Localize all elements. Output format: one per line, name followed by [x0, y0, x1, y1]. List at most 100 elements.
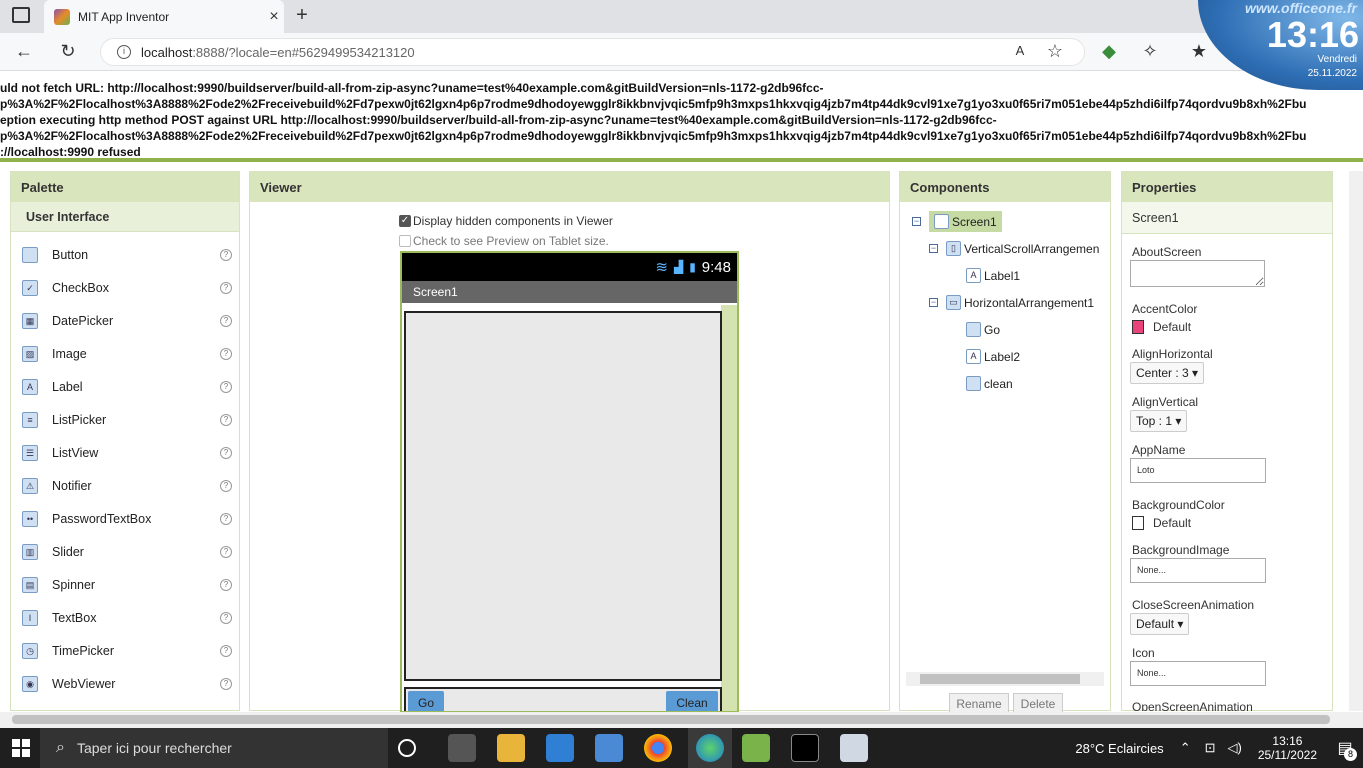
- new-tab-icon[interactable]: +: [290, 4, 314, 28]
- palette-item-webviewer[interactable]: ◉ WebViewer?: [22, 672, 232, 696]
- align-vertical-select[interactable]: Top : 1 ▾: [1130, 410, 1188, 432]
- tree-node-go[interactable]: Go: [966, 322, 1000, 337]
- prop-label: AccentColor: [1132, 302, 1198, 316]
- palette-item-listpicker[interactable]: ≡ ListPicker?: [22, 408, 232, 432]
- palette-item-label[interactable]: A Label?: [22, 375, 232, 399]
- collapse-toggle-icon[interactable]: −: [929, 244, 938, 253]
- align-horizontal-select[interactable]: Center : 3 ▾: [1130, 362, 1205, 384]
- icon-input[interactable]: None...: [1130, 661, 1266, 686]
- textbox-icon: I: [22, 610, 38, 626]
- background-color-swatch[interactable]: [1132, 516, 1144, 530]
- scroll-thumb[interactable]: [920, 674, 1080, 684]
- windows-start-icon[interactable]: [12, 739, 30, 757]
- background-image-input[interactable]: None...: [1130, 558, 1266, 583]
- palette-item-button[interactable]: Button?: [22, 243, 232, 267]
- tree-node-clean[interactable]: clean: [966, 376, 1013, 391]
- background-color-value[interactable]: Default: [1153, 516, 1191, 530]
- help-icon[interactable]: ?: [220, 414, 232, 426]
- components-hscroll[interactable]: [906, 672, 1104, 686]
- favorite-star-icon[interactable]: ☆: [1043, 40, 1067, 64]
- accent-color-swatch[interactable]: [1132, 320, 1144, 334]
- terminal-icon[interactable]: [791, 734, 819, 762]
- accent-color-value[interactable]: Default: [1153, 320, 1191, 334]
- tree-node-label1[interactable]: A Label1: [966, 268, 1020, 283]
- checkbox-checked-icon[interactable]: ✓: [399, 215, 411, 227]
- mail-icon[interactable]: [546, 734, 574, 762]
- tree-node-verticalscrollarrangement[interactable]: − ▯ VerticalScrollArrangemen: [929, 241, 1099, 256]
- browser-tab[interactable]: MIT App Inventor ×: [44, 0, 284, 33]
- app-name-input[interactable]: Loto: [1130, 458, 1266, 483]
- chevron-up-icon[interactable]: ⌃: [1180, 740, 1191, 756]
- palette-item-notifier[interactable]: ⚠ Notifier?: [22, 474, 232, 498]
- help-icon[interactable]: ?: [220, 678, 232, 690]
- horizontal-arrangement[interactable]: Go Clean: [404, 687, 722, 711]
- go-button[interactable]: Go: [408, 691, 444, 711]
- file-explorer-icon[interactable]: [497, 734, 525, 762]
- help-icon[interactable]: ?: [220, 348, 232, 360]
- collapse-toggle-icon[interactable]: −: [912, 217, 921, 226]
- app-window-icon[interactable]: [840, 734, 868, 762]
- taskbar-clock[interactable]: 13:16 25/11/2022: [1258, 734, 1317, 762]
- extensions-puzzle-icon[interactable]: ✧: [1138, 40, 1162, 64]
- tab-actions-icon[interactable]: [12, 7, 30, 23]
- palette-item-spinner[interactable]: ▤ Spinner?: [22, 573, 232, 597]
- tree-label: VerticalScrollArrangemen: [964, 241, 1100, 256]
- display-hidden-checkbox[interactable]: ✓ Display hidden components in Viewer: [399, 214, 613, 228]
- extension-icon[interactable]: ◆: [1097, 40, 1121, 64]
- divider: [0, 158, 1363, 162]
- palette-item-checkbox[interactable]: ✓ CheckBox?: [22, 276, 232, 300]
- close-animation-select[interactable]: Default ▾: [1130, 613, 1190, 635]
- tablet-preview-checkbox[interactable]: Check to see Preview on Tablet size.: [399, 234, 609, 248]
- volume-icon[interactable]: ◁): [1228, 740, 1242, 756]
- help-icon[interactable]: ?: [220, 546, 232, 558]
- clean-button[interactable]: Clean: [666, 691, 718, 711]
- tree-node-screen1[interactable]: − Screen1: [912, 211, 1002, 232]
- tree-node-label2[interactable]: A Label2: [966, 349, 1020, 364]
- widgets-icon[interactable]: [448, 734, 476, 762]
- palette-item-slider[interactable]: ▥ Slider?: [22, 540, 232, 564]
- palette-item-listview[interactable]: ☰ ListView?: [22, 441, 232, 465]
- palette-item-label: PasswordTextBox: [52, 512, 152, 526]
- help-icon[interactable]: ?: [220, 480, 232, 492]
- palette-item-datepicker[interactable]: ▦ DatePicker?: [22, 309, 232, 333]
- back-icon[interactable]: ←: [12, 40, 36, 64]
- help-icon[interactable]: ?: [220, 381, 232, 393]
- refresh-icon[interactable]: ↻: [56, 40, 80, 64]
- scroll-thumb[interactable]: [12, 715, 1330, 724]
- task-view-icon[interactable]: [398, 739, 416, 757]
- help-icon[interactable]: ?: [220, 513, 232, 525]
- collapse-toggle-icon[interactable]: −: [929, 298, 938, 307]
- palette-item-image[interactable]: ▨ Image?: [22, 342, 232, 366]
- help-icon[interactable]: ?: [220, 249, 232, 261]
- palette-item-textbox[interactable]: I TextBox?: [22, 606, 232, 630]
- favorites-icon[interactable]: ★: [1187, 40, 1211, 64]
- network-icon[interactable]: ⊡: [1205, 740, 1216, 756]
- palette-item-timepicker[interactable]: ◷ TimePicker?: [22, 639, 232, 663]
- page-vscroll[interactable]: [1349, 171, 1363, 711]
- help-icon[interactable]: ?: [220, 315, 232, 327]
- palette-item-passwordtextbox[interactable]: •• PasswordTextBox?: [22, 507, 232, 531]
- help-icon[interactable]: ?: [220, 282, 232, 294]
- help-icon[interactable]: ?: [220, 645, 232, 657]
- palette-section-user-interface[interactable]: User Interface: [11, 202, 239, 232]
- help-icon[interactable]: ?: [220, 579, 232, 591]
- taskbar-search[interactable]: ⌕ Taper ici pour rechercher: [40, 728, 388, 768]
- help-icon[interactable]: ?: [220, 447, 232, 459]
- weather-text[interactable]: 28°C Eclaircies: [1075, 741, 1163, 756]
- vertical-scroll-arrangement[interactable]: [404, 311, 722, 681]
- chrome-icon[interactable]: [644, 734, 672, 762]
- url-field[interactable]: i localhost:8888/?locale=en#562949953421…: [100, 38, 1085, 66]
- checkbox-unchecked-icon[interactable]: [399, 235, 411, 247]
- read-aloud-icon[interactable]: A: [1008, 40, 1032, 64]
- tree-node-horizontalarrangement1[interactable]: − ▭ HorizontalArrangement1: [929, 295, 1094, 310]
- edge-active-slot[interactable]: [688, 728, 732, 768]
- help-icon[interactable]: ?: [220, 612, 232, 624]
- notifications-icon[interactable]: ▤ 8: [1327, 738, 1363, 761]
- palette-item-label: Slider: [52, 545, 84, 559]
- about-screen-textarea[interactable]: [1130, 260, 1265, 287]
- android-icon[interactable]: [742, 734, 770, 762]
- close-tab-icon[interactable]: ×: [264, 8, 284, 26]
- site-info-icon[interactable]: i: [117, 45, 131, 59]
- error-line: p%3A%2F%2Flocalhost%3A8888%2Fode2%2Frece…: [0, 129, 1307, 143]
- store-icon[interactable]: [595, 734, 623, 762]
